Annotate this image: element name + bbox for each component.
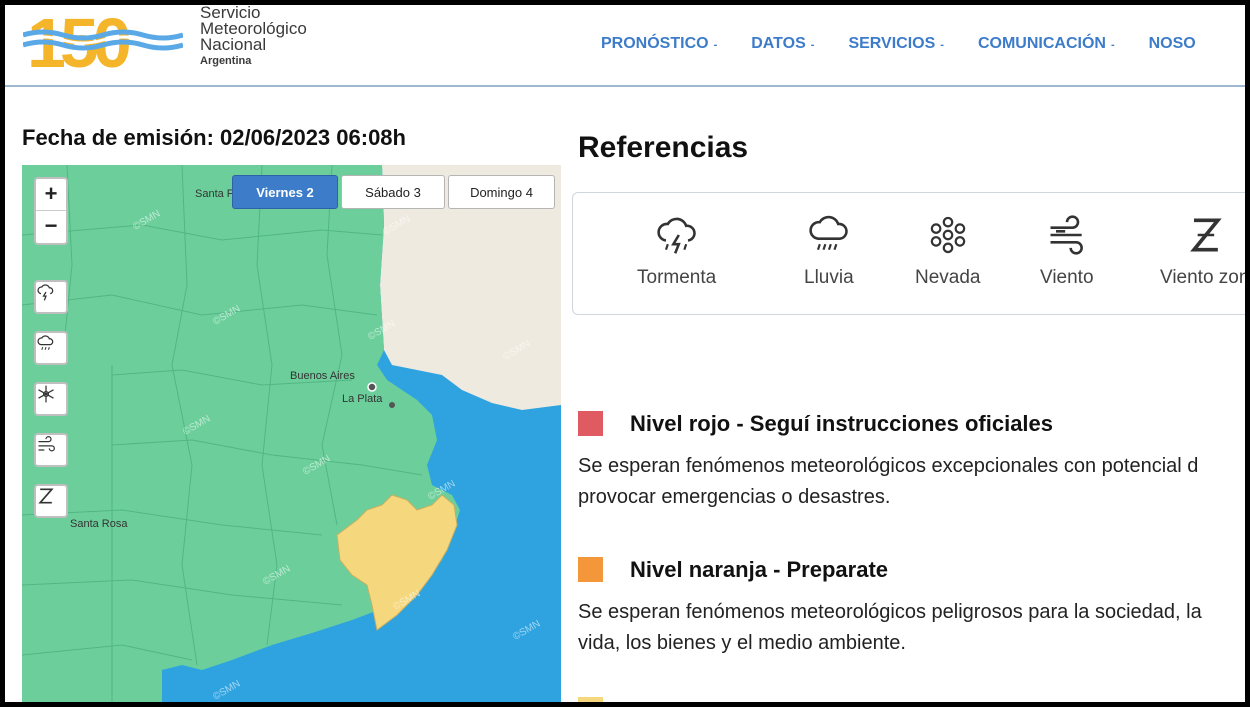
logo-text: Servicio Meteorológico Nacional Argentin…: [200, 5, 307, 67]
logo-country: Argentina: [200, 55, 252, 67]
level-orange: Nivel naranja - Preparate Se esperan fen…: [578, 557, 1245, 657]
ref-label: Viento: [1040, 267, 1094, 288]
nav-label: COMUNICACIÓN: [977, 35, 1106, 52]
place-santa-rosa: Santa Rosa: [70, 518, 128, 530]
level-red: Nivel rojo - Seguí instrucciones oficial…: [578, 411, 1245, 511]
nav-datos[interactable]: DATOS -: [751, 35, 814, 53]
day-tabs: Viernes 2 Sábado 3 Domingo 4: [232, 175, 558, 209]
chevron-down-icon: -: [940, 39, 944, 51]
ref-label: Tormenta: [637, 267, 717, 288]
level-orange-desc-1: Se esperan fenómenos meteorológicos peli…: [578, 601, 1202, 623]
layer-wind-button[interactable]: [34, 433, 68, 467]
ref-nevada: Nevada: [915, 213, 981, 289]
nav-pronostico[interactable]: PRONÓSTICO -: [601, 35, 717, 53]
wind-icon: [38, 436, 55, 452]
smn-logo[interactable]: 150 Servicio Meteorológico Nacional Arge…: [22, 5, 323, 82]
nav-comunicacion[interactable]: COMUNICACIÓN -: [978, 35, 1115, 53]
nav-label: SERVICIOS: [848, 35, 936, 52]
nav-servicios[interactable]: SERVICIOS -: [848, 35, 944, 53]
ref-viento-zonda: Viento zon: [1160, 213, 1245, 289]
layer-storm-button[interactable]: [34, 280, 68, 314]
zoom-out-button[interactable]: −: [36, 211, 66, 243]
nav-label: NOSO: [1148, 35, 1196, 52]
place-la-plata: La Plata: [342, 393, 383, 405]
yellow-swatch-partial: [578, 697, 603, 702]
references-panel: Tormenta Lluvia Nevada Viento Viento zon: [572, 192, 1245, 315]
red-swatch: [578, 411, 603, 436]
chevron-down-icon: -: [810, 39, 815, 51]
layer-snow-button[interactable]: [34, 382, 68, 416]
layer-rain-button[interactable]: [34, 331, 68, 365]
level-orange-title: Nivel naranja - Preparate: [630, 557, 889, 582]
logo-150-mark: 150: [22, 5, 184, 82]
orange-swatch: [578, 557, 603, 582]
rain-icon: [37, 335, 54, 350]
snow-icon: [930, 216, 965, 254]
buenos-aires-marker: [367, 382, 377, 392]
ref-tormenta: Tormenta: [637, 213, 716, 289]
references-title: Referencias: [578, 131, 749, 164]
nav-nosotros[interactable]: NOSO: [1149, 35, 1196, 53]
level-red-title: Nivel rojo - Seguí instrucciones oficial…: [630, 411, 1054, 436]
ref-label: Nevada: [915, 267, 981, 288]
nav-label: DATOS: [751, 35, 806, 52]
layer-zonda-button[interactable]: [34, 484, 68, 518]
rain-icon: [809, 215, 848, 251]
tab-sabado-3[interactable]: Sábado 3: [341, 175, 445, 209]
storm-icon: [656, 217, 696, 254]
tab-viernes-2[interactable]: Viernes 2: [232, 175, 338, 209]
zonda-icon: [1189, 218, 1222, 252]
zoom-in-button[interactable]: +: [36, 179, 66, 211]
main-nav: PRONÓSTICO - DATOS - SERVICIOS - COMUNICACI…: [601, 35, 1230, 53]
chevron-down-icon: -: [713, 39, 718, 51]
ref-label: Viento zon: [1160, 267, 1245, 288]
map-canvas: [22, 165, 561, 702]
level-orange-desc-2: vida, los bienes y el medio ambiente.: [578, 632, 906, 654]
wind-icon: [1050, 215, 1083, 255]
place-buenos-aires: Buenos Aires: [290, 370, 355, 382]
tab-domingo-4[interactable]: Domingo 4: [448, 175, 555, 209]
snow-icon: [38, 385, 54, 403]
zoom-control: + −: [34, 177, 68, 245]
site-header: 150 Servicio Meteorológico Nacional Arge…: [5, 5, 1245, 87]
level-red-desc-2: provocar emergencias o desastres.: [578, 486, 891, 508]
level-red-desc-1: Se esperan fenómenos meteorológicos exce…: [578, 455, 1199, 477]
ref-label: Lluvia: [804, 267, 854, 288]
zonda-icon: [38, 488, 54, 504]
storm-icon: [37, 284, 54, 301]
ref-lluvia: Lluvia: [804, 213, 854, 289]
ref-viento: Viento: [1040, 213, 1094, 289]
chevron-down-icon: -: [1110, 39, 1115, 51]
alert-map[interactable]: Santa Fe Buenos Aires La Plata Santa Ros…: [22, 165, 561, 702]
page: 150 Servicio Meteorológico Nacional Arge…: [5, 5, 1245, 702]
nav-label: PRONÓSTICO: [601, 35, 709, 52]
issue-date: Fecha de emisión: 02/06/2023 06:08h: [22, 125, 406, 150]
la-plata-marker: [389, 402, 395, 408]
logo-line-3: Nacional: [200, 35, 267, 54]
